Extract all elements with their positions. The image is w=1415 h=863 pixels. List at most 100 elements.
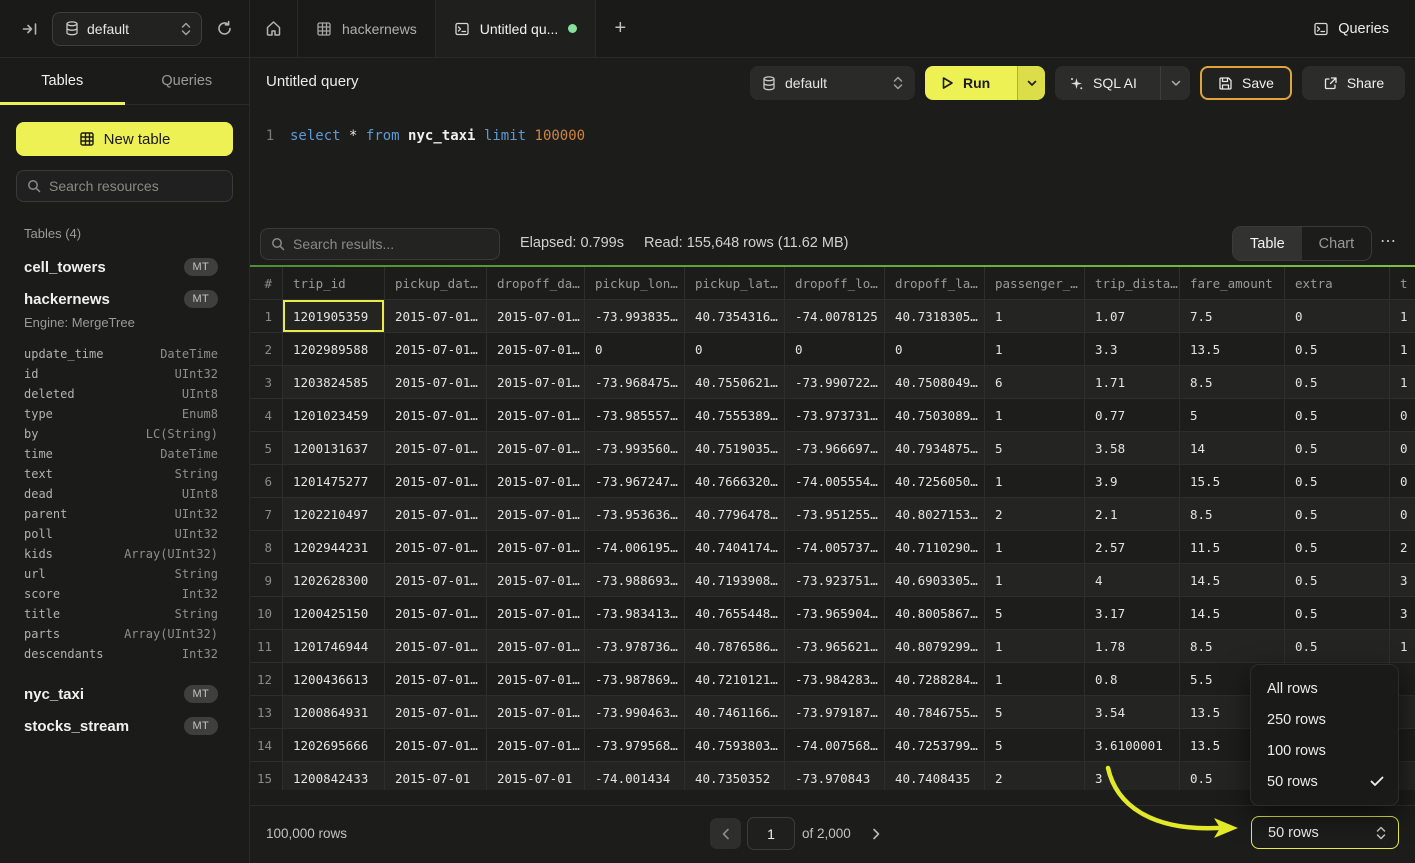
data-cell[interactable]: -73.923751… xyxy=(785,564,885,597)
sql-ai-main[interactable]: SQL AI xyxy=(1055,66,1160,100)
data-cell[interactable]: 1200425150 xyxy=(283,597,385,630)
query-database-selector[interactable]: default xyxy=(750,66,915,100)
data-cell[interactable]: -74.006195… xyxy=(585,531,685,564)
run-options-caret[interactable] xyxy=(1017,66,1045,100)
data-cell[interactable]: -73.951255… xyxy=(785,498,885,531)
data-cell[interactable]: 14.5 xyxy=(1180,597,1285,630)
page-size-option-50-rows[interactable]: 50 rows xyxy=(1251,766,1398,797)
row-number-cell[interactable]: 15 xyxy=(250,762,283,790)
data-cell[interactable]: 2015-07-01… xyxy=(385,729,487,762)
data-cell[interactable]: 2015-07-01… xyxy=(385,564,487,597)
data-cell[interactable]: 2015-07-01… xyxy=(385,300,487,333)
sidebar-tab-queries[interactable]: Queries xyxy=(125,58,250,104)
data-cell[interactable]: 2015-07-01… xyxy=(385,465,487,498)
data-cell[interactable]: 0.5 xyxy=(1285,564,1390,597)
data-cell[interactable]: 0 xyxy=(1390,498,1415,531)
data-cell[interactable]: 40.7655448… xyxy=(685,597,785,630)
data-cell[interactable]: 1 xyxy=(1390,300,1415,333)
page-number-input[interactable] xyxy=(747,817,795,850)
tab-untitled-query[interactable]: Untitled qu... xyxy=(436,0,597,57)
data-cell[interactable]: 1.78 xyxy=(1085,630,1180,663)
data-cell[interactable]: 8.5 xyxy=(1180,366,1285,399)
data-cell[interactable]: 40.8027153… xyxy=(885,498,985,531)
data-cell[interactable]: 1200842433 xyxy=(283,762,385,790)
data-cell[interactable]: 40.7666320… xyxy=(685,465,785,498)
data-cell[interactable]: 0 xyxy=(885,333,985,366)
new-tab-button[interactable]: + xyxy=(596,0,644,57)
data-cell[interactable]: 2.57 xyxy=(1085,531,1180,564)
data-cell[interactable]: -73.988693… xyxy=(585,564,685,597)
sql-ai-options-caret[interactable] xyxy=(1160,66,1190,100)
column-header[interactable]: extra xyxy=(1285,267,1390,300)
data-cell[interactable]: 1203824585 xyxy=(283,366,385,399)
data-cell[interactable]: 40.7318305… xyxy=(885,300,985,333)
run-button[interactable]: Run xyxy=(925,66,1045,100)
data-cell[interactable]: 40.7350352 xyxy=(685,762,785,790)
data-cell[interactable]: 0.8 xyxy=(1085,663,1180,696)
queries-button[interactable]: Queries xyxy=(1313,21,1389,37)
data-cell[interactable]: 0 xyxy=(1390,399,1415,432)
data-cell[interactable]: 40.7519035… xyxy=(685,432,785,465)
column-header[interactable]: t xyxy=(1390,267,1415,300)
data-cell[interactable]: 2015-07-01… xyxy=(385,663,487,696)
data-cell[interactable]: 8.5 xyxy=(1180,630,1285,663)
data-cell[interactable]: 2015-07-01… xyxy=(487,498,585,531)
column-header[interactable]: passenger_… xyxy=(985,267,1085,300)
sidebar-tab-tables[interactable]: Tables xyxy=(0,58,125,104)
data-cell[interactable]: -74.005554… xyxy=(785,465,885,498)
data-cell[interactable]: 3 xyxy=(1085,762,1180,790)
data-cell[interactable]: 1.07 xyxy=(1085,300,1180,333)
data-cell[interactable]: 5 xyxy=(985,432,1085,465)
row-number-cell[interactable]: 12 xyxy=(250,663,283,696)
data-cell[interactable]: 40.7508049… xyxy=(885,366,985,399)
data-cell[interactable]: -73.984283… xyxy=(785,663,885,696)
run-button-main[interactable]: Run xyxy=(925,66,1017,100)
data-cell[interactable]: 40.7256050… xyxy=(885,465,985,498)
data-cell[interactable]: 0 xyxy=(685,333,785,366)
data-cell[interactable]: -74.007568… xyxy=(785,729,885,762)
data-cell[interactable]: 0 xyxy=(1390,465,1415,498)
new-table-button[interactable]: New table xyxy=(16,122,233,156)
data-cell[interactable]: -74.005737… xyxy=(785,531,885,564)
row-number-cell[interactable]: 6 xyxy=(250,465,283,498)
data-cell[interactable]: 2015-07-01… xyxy=(487,564,585,597)
row-number-cell[interactable]: 5 xyxy=(250,432,283,465)
data-cell[interactable]: 40.7110290… xyxy=(885,531,985,564)
data-cell[interactable]: 1201746944 xyxy=(283,630,385,663)
data-cell[interactable]: -73.990463… xyxy=(585,696,685,729)
column-header[interactable]: pickup_lon… xyxy=(585,267,685,300)
data-cell[interactable]: 2015-07-01… xyxy=(487,300,585,333)
data-cell[interactable]: 40.7934875… xyxy=(885,432,985,465)
data-cell[interactable]: -73.970843 xyxy=(785,762,885,790)
data-cell[interactable]: 2.1 xyxy=(1085,498,1180,531)
data-cell[interactable]: 3 xyxy=(1390,564,1415,597)
data-cell[interactable]: 1200864931 xyxy=(283,696,385,729)
data-cell[interactable]: 2015-07-01… xyxy=(487,399,585,432)
column-header[interactable]: dropoff_la… xyxy=(885,267,985,300)
data-cell[interactable]: 40.8079299… xyxy=(885,630,985,663)
data-cell[interactable]: 2 xyxy=(985,762,1085,790)
data-cell[interactable]: 5 xyxy=(1180,399,1285,432)
data-cell[interactable]: 1 xyxy=(1390,333,1415,366)
data-cell[interactable]: 40.7796478… xyxy=(685,498,785,531)
data-cell[interactable]: 1202628300 xyxy=(283,564,385,597)
data-cell[interactable]: 0.5 xyxy=(1285,531,1390,564)
data-cell[interactable]: 40.7555389… xyxy=(685,399,785,432)
column-header[interactable]: dropoff_da… xyxy=(487,267,585,300)
data-cell[interactable]: 40.7593803… xyxy=(685,729,785,762)
data-cell[interactable]: 40.7354316… xyxy=(685,300,785,333)
data-cell[interactable]: 0.77 xyxy=(1085,399,1180,432)
data-cell[interactable]: 14.5 xyxy=(1180,564,1285,597)
tab-hackernews[interactable]: hackernews xyxy=(298,0,436,57)
results-search-input[interactable] xyxy=(293,236,489,252)
data-cell[interactable]: 1 xyxy=(985,630,1085,663)
page-size-option-250-rows[interactable]: 250 rows xyxy=(1251,704,1398,735)
data-cell[interactable]: 2015-07-01… xyxy=(487,465,585,498)
data-cell[interactable]: 2015-07-01… xyxy=(487,531,585,564)
view-toggle-table[interactable]: Table xyxy=(1233,227,1302,260)
data-cell[interactable]: 1 xyxy=(985,333,1085,366)
resource-search-input[interactable] xyxy=(49,178,222,194)
data-cell[interactable]: 2015-07-01… xyxy=(385,399,487,432)
data-cell[interactable]: 40.7404174… xyxy=(685,531,785,564)
row-number-cell[interactable]: 3 xyxy=(250,366,283,399)
